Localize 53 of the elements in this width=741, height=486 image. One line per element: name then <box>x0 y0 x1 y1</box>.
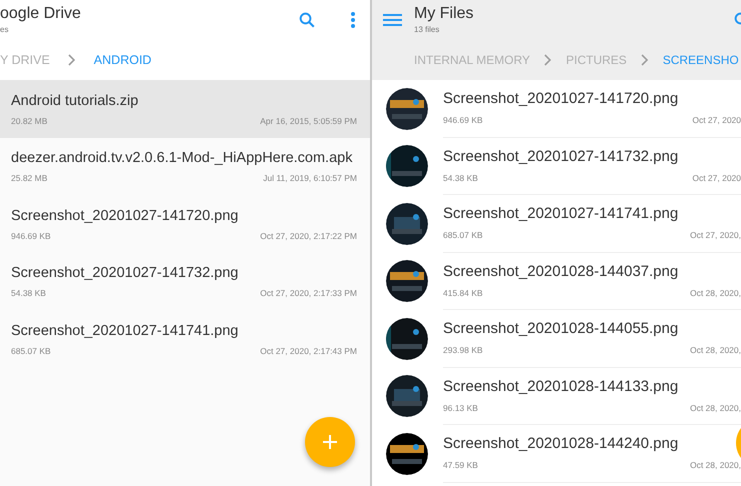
file-size: 946.69 KB <box>443 114 483 128</box>
file-name: Screenshot_20201027-141732.png <box>443 146 680 167</box>
file-date: Oct 28, 2020, <box>690 286 741 300</box>
chevron-icon <box>544 54 552 66</box>
file-size: 47.59 KB <box>443 459 478 472</box>
file-date: Oct 28, 2020, <box>690 344 741 358</box>
chevron-icon <box>640 54 649 66</box>
file-date: Oct 27, 2020 <box>692 114 741 128</box>
add-button[interactable] <box>305 417 355 467</box>
file-name: Screenshot_20201027-141720.png <box>443 89 680 110</box>
search-icon[interactable] <box>298 11 316 29</box>
file-name: Screenshot_20201027-141741.png <box>11 322 238 341</box>
file-date: Oct 27, 2020, 2:17:43 PM <box>260 344 357 358</box>
menu-icon[interactable] <box>383 13 402 27</box>
file-date: Oct 27, 2020, <box>690 229 741 242</box>
file-size: 685.07 KB <box>443 229 483 242</box>
chevron-icon <box>68 54 76 66</box>
app-title: My Files <box>414 4 475 24</box>
file-size: 96.13 KB <box>443 402 478 415</box>
file-size: 415.84 KB <box>443 286 483 300</box>
file-size: 25.82 MB <box>11 172 48 186</box>
file-name: Screenshot_20201028-144133.png <box>443 376 680 397</box>
file-size: 54.38 KB <box>443 172 478 185</box>
file-size: 54.38 KB <box>11 287 46 300</box>
file-date: Jul 11, 2019, 6:10:57 PM <box>263 172 357 186</box>
file-date: Oct 27, 2020 <box>692 172 741 185</box>
file-row[interactable]: Screenshot_20201027-141732.png 54.38 KB Oct 27, 2020, 2:17:33 PM <box>0 252 370 310</box>
file-date: Oct 28, 2020, <box>690 459 741 472</box>
file-count: 13 files <box>414 24 440 36</box>
file-size: 20.82 MB <box>11 114 48 128</box>
file-row[interactable]: Screenshot_20201027-141720.png 946.69 KB Oct 27, 2020, 2:17:22 PM <box>0 195 370 252</box>
file-date: Apr 16, 2015, 5:05:59 PM <box>260 114 357 128</box>
file-name: Screenshot_20201028-144037.png <box>443 262 680 282</box>
file-row[interactable]: Android tutorials.zip 20.82 MB Apr 16, 2015, 5:05:59 PM <box>0 80 370 138</box>
file-name: Screenshot_20201027-141720.png <box>11 206 238 226</box>
file-name: Screenshot_20201028-144240.png <box>443 434 680 454</box>
file-name: deezer.android.tv.v2.0.6.1-Mod-_HiAppHere.com.apk <box>11 149 352 168</box>
file-name: Android tutorials.zip <box>11 92 138 111</box>
file-row[interactable]: Screenshot_20201027-141741.png 685.07 KB Oct 27, 2020, 2:17:43 PM <box>0 310 370 368</box>
app-title: oogle Drive <box>0 4 82 24</box>
file-name: Screenshot_20201028-144055.png <box>443 319 680 340</box>
file-size: 293.98 KB <box>443 344 483 358</box>
file-name: Screenshot_20201027-141741.png <box>443 204 680 224</box>
file-date: Oct 28, 2020, <box>690 402 741 415</box>
plus-icon <box>322 434 338 450</box>
file-size: 685.07 KB <box>11 344 51 358</box>
file-row[interactable]: deezer.android.tv.v2.0.6.1-Mod-_HiAppHere.com.apk 25.82 MB Jul 11, 2019, 6:10:57 PM <box>0 138 370 195</box>
file-name: Screenshot_20201027-141732.png <box>11 264 238 284</box>
more-icon[interactable] <box>350 11 356 29</box>
file-size: 946.69 KB <box>11 230 51 243</box>
file-date: Oct 27, 2020, 2:17:22 PM <box>260 230 357 243</box>
file-date: Oct 27, 2020, 2:17:33 PM <box>260 287 357 300</box>
file-count: es <box>0 24 10 36</box>
